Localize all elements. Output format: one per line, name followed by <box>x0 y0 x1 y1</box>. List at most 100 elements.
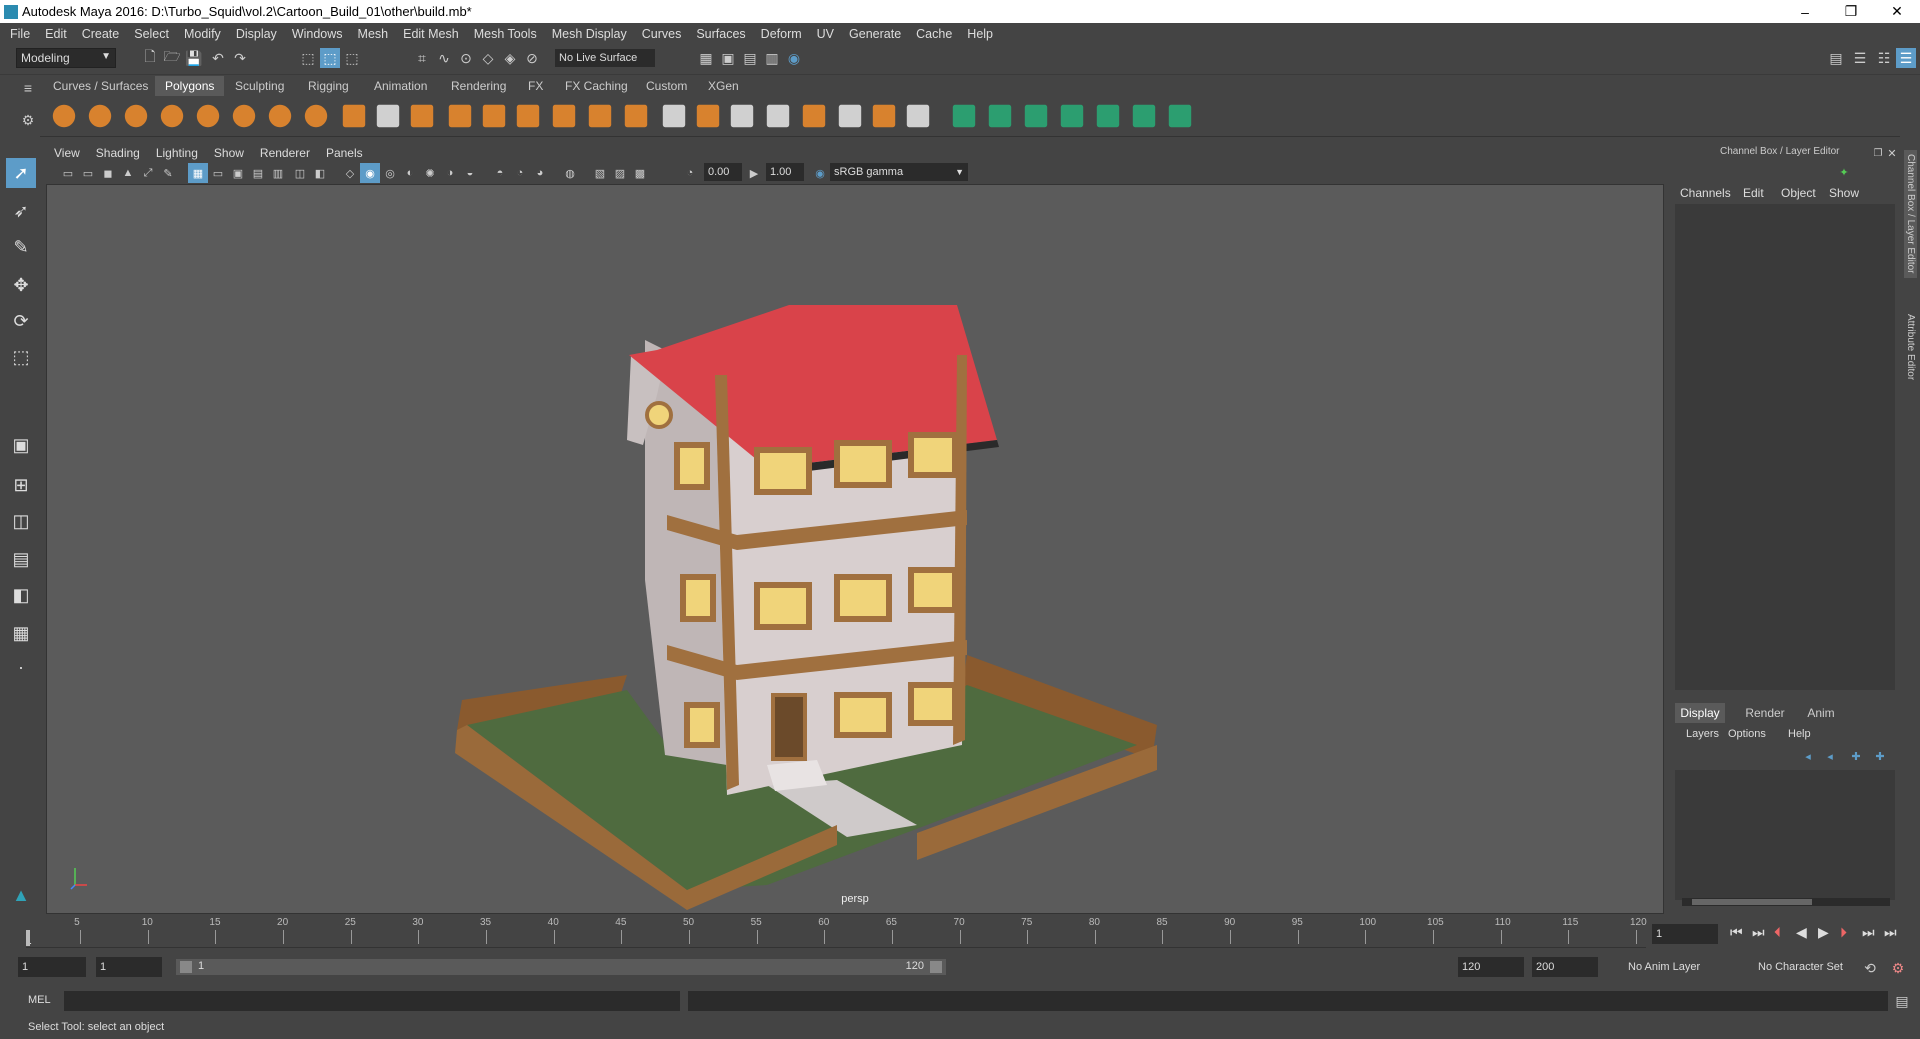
grease-pencil-icon[interactable]: ✎ <box>158 163 178 183</box>
current-time-indicator[interactable] <box>26 930 30 946</box>
bookmarks-icon[interactable]: ◼ <box>98 163 118 183</box>
redo-icon[interactable]: ↷ <box>230 48 250 68</box>
shelf-tab-rigging[interactable]: Rigging <box>298 76 359 96</box>
tool-settings-icon[interactable]: ☷ <box>1874 48 1894 68</box>
options-menu[interactable]: Options <box>1728 728 1766 740</box>
menu-cache[interactable]: Cache <box>916 27 952 41</box>
command-language-label[interactable]: MEL <box>28 994 51 1006</box>
menu-create[interactable]: Create <box>82 27 120 41</box>
default-material-icon[interactable]: ◎ <box>380 163 400 183</box>
hypershade-icon[interactable]: ◉ <box>784 48 804 68</box>
gamma-field[interactable]: 1.00 <box>766 163 804 181</box>
poly-cone-icon[interactable] <box>160 104 184 128</box>
select-tool-icon[interactable]: ➚ <box>6 158 36 188</box>
select-component-icon[interactable]: ⬚ <box>342 48 362 68</box>
2d-pan-zoom-icon[interactable]: ⤢ <box>138 163 158 183</box>
panel-menu-shading[interactable]: Shading <box>96 146 140 160</box>
snap-point-icon[interactable]: ⊙ <box>456 48 476 68</box>
animation-end-field[interactable]: 200 <box>1532 957 1598 977</box>
depth-of-field-icon[interactable]: ◕ <box>530 163 550 183</box>
playback-end-field[interactable]: 120 <box>1458 957 1524 977</box>
poly-cube-icon[interactable] <box>88 104 112 128</box>
wireframe-icon[interactable]: ◇ <box>340 163 360 183</box>
menu-mesh-tools[interactable]: Mesh Tools <box>474 27 537 41</box>
character-set-select[interactable]: No Character Set <box>1754 957 1870 977</box>
open-scene-icon[interactable]: 🗁 <box>162 48 182 68</box>
shelf-tab-polygons[interactable]: Polygons <box>155 76 225 96</box>
show-menu[interactable]: Show <box>1829 186 1859 200</box>
image-plane-icon[interactable]: ▲ <box>118 163 138 183</box>
cylindrical-uv-icon[interactable] <box>1024 104 1048 128</box>
make-live-icon[interactable]: ⊘ <box>522 48 542 68</box>
step-forward-frame-icon[interactable]: ⏵ <box>1840 924 1847 941</box>
render-view-icon[interactable]: ▥ <box>762 48 782 68</box>
play-backward-icon[interactable]: ◀ <box>1796 924 1807 941</box>
menu-select[interactable]: Select <box>134 27 169 41</box>
insert-edge-loop-icon[interactable] <box>766 104 790 128</box>
shadows-icon[interactable]: ◑ <box>440 163 460 183</box>
live-surface-field[interactable]: No Live Surface <box>555 49 655 67</box>
step-back-frame-icon[interactable]: ⏴ <box>1774 924 1781 941</box>
object-menu[interactable]: Object <box>1781 186 1816 200</box>
close-button[interactable]: ✕ <box>1874 0 1920 23</box>
persp-graph-layout-icon[interactable]: ◧ <box>6 580 36 610</box>
render-settings-icon[interactable]: ▦ <box>696 48 716 68</box>
menu-windows[interactable]: Windows <box>292 27 343 41</box>
playback-start-field[interactable]: 1 <box>96 957 162 977</box>
range-slider-end-handle[interactable] <box>930 961 942 973</box>
camera-attributes-icon[interactable]: ▭ <box>78 163 98 183</box>
persp-outliner-layout-icon[interactable]: ▤ <box>6 544 36 574</box>
single-perspective-layout-icon[interactable]: ▣ <box>6 430 36 460</box>
exposure-icon[interactable]: ◔ <box>680 163 700 183</box>
mirror-icon[interactable] <box>552 104 576 128</box>
layer-scrollbar[interactable] <box>1682 898 1890 906</box>
layers-menu[interactable]: Layers <box>1686 728 1719 740</box>
menu-mesh-display[interactable]: Mesh Display <box>552 27 627 41</box>
offset-edge-loop-icon[interactable] <box>802 104 826 128</box>
range-slider-start-handle[interactable] <box>180 961 192 973</box>
channels-menu[interactable]: Channels <box>1680 186 1731 200</box>
layer-tab-anim[interactable]: Anim <box>1796 703 1846 723</box>
snap-surface-icon[interactable]: ◈ <box>500 48 520 68</box>
paint-select-tool-icon[interactable]: ✎ <box>6 232 36 262</box>
lasso-tool-icon[interactable]: ➶ <box>6 196 36 226</box>
poly-pipe-icon[interactable] <box>304 104 328 128</box>
append-polygon-icon[interactable] <box>696 104 720 128</box>
use-all-lights-icon[interactable]: ✺ <box>420 163 440 183</box>
animation-start-field[interactable]: 1 <box>18 957 86 977</box>
script-editor-icon[interactable]: ▤ <box>1892 991 1912 1011</box>
shelf-tab-fx-caching[interactable]: FX Caching <box>555 76 638 96</box>
bridge-icon[interactable] <box>662 104 686 128</box>
go-to-start-icon[interactable]: ⏮ <box>1730 924 1743 941</box>
select-camera-icon[interactable]: ▭ <box>58 163 78 183</box>
shelf-tab-custom[interactable]: Custom <box>636 76 697 96</box>
panel-menu-lighting[interactable]: Lighting <box>156 146 198 160</box>
snap-grid-icon[interactable]: ⌗ <box>412 48 432 68</box>
merge-icon[interactable] <box>872 104 896 128</box>
select-hierarchy-icon[interactable]: ⬚ <box>298 48 318 68</box>
menu-curves[interactable]: Curves <box>642 27 682 41</box>
anim-layer-select[interactable]: No Anim Layer ▼ <box>1624 957 1762 977</box>
shelf-options-icon[interactable]: ⚙ <box>18 110 38 130</box>
multi-cut-icon[interactable] <box>730 104 754 128</box>
range-slider[interactable]: 1 120 <box>176 959 946 975</box>
bevel-icon[interactable] <box>588 104 612 128</box>
scale-tool-icon[interactable]: ⬚ <box>6 342 36 372</box>
poly-pyramid-icon[interactable] <box>268 104 292 128</box>
snap-curve-icon[interactable]: ∿ <box>434 48 454 68</box>
persp-hypershade-layout-icon[interactable]: ▦ <box>6 618 36 648</box>
spherical-uv-icon[interactable] <box>1060 104 1084 128</box>
smooth-shade-icon[interactable]: ◉ <box>360 163 380 183</box>
layer-tab-render[interactable]: Render <box>1740 703 1790 723</box>
isolate-select-icon[interactable]: ◍ <box>560 163 580 183</box>
side-tab-channel-box[interactable]: Channel Box / Layer Editor <box>1904 150 1917 278</box>
resolution-gate-icon[interactable]: ▣ <box>228 163 248 183</box>
menu-display[interactable]: Display <box>236 27 277 41</box>
automatic-uv-icon[interactable] <box>988 104 1012 128</box>
grid-icon[interactable]: ▦ <box>188 163 208 183</box>
combine-icon[interactable] <box>342 104 366 128</box>
channel-box-options-icon[interactable]: ✦ <box>1834 162 1854 182</box>
snap-view-icon[interactable]: ◇ <box>478 48 498 68</box>
new-layer-icon[interactable]: ✚ <box>1846 746 1866 766</box>
shelf-tab-curves-surfaces[interactable]: Curves / Surfaces <box>43 76 158 96</box>
